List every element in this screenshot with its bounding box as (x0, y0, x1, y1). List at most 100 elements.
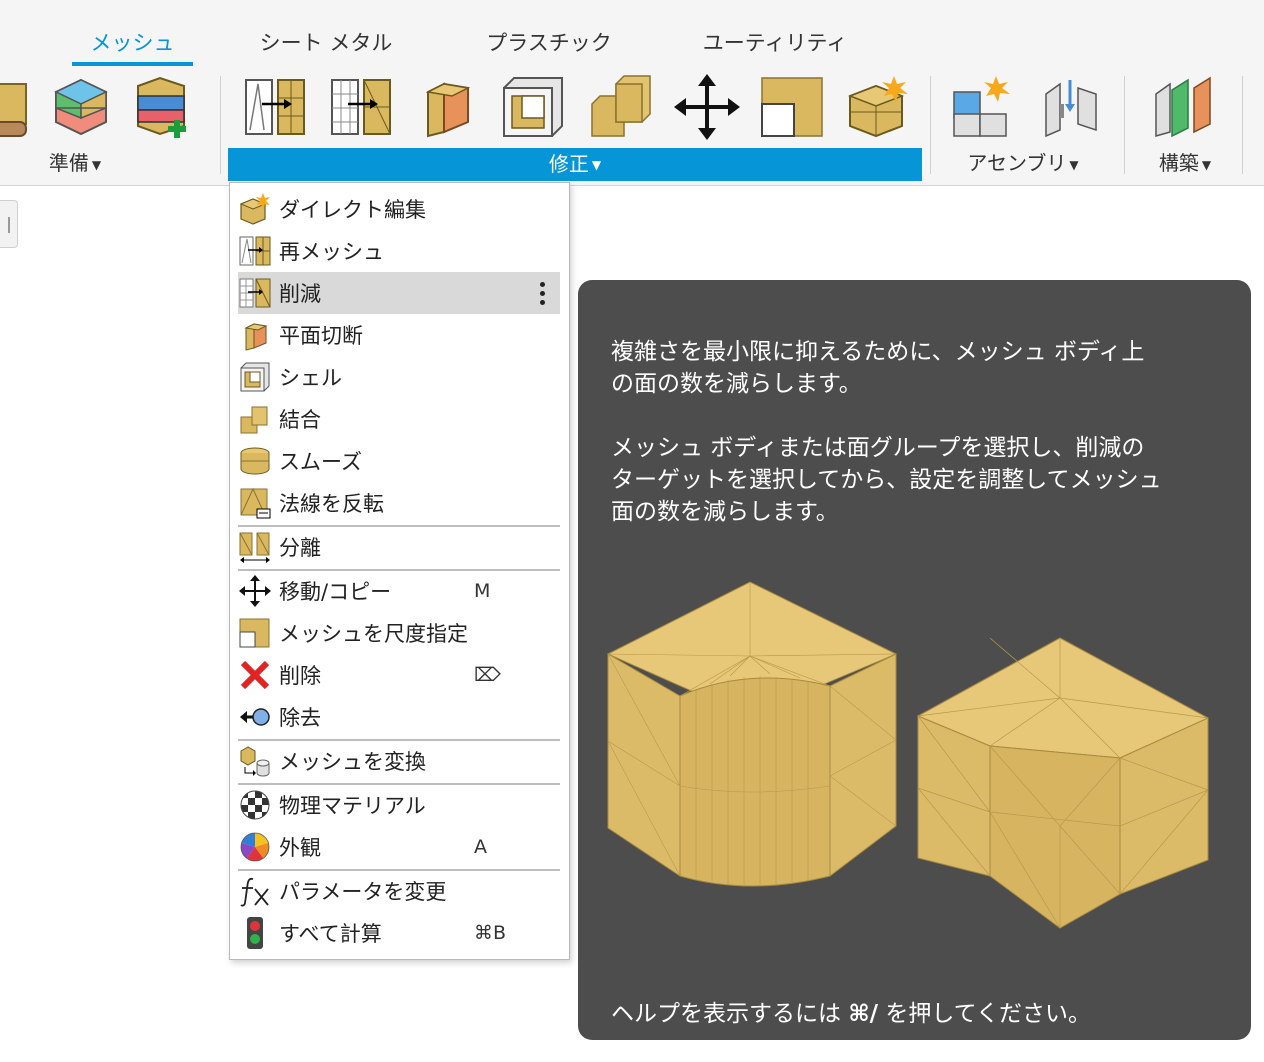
smooth-icon (238, 444, 272, 478)
tab-sheet-metal[interactable]: シート メタル (248, 28, 404, 62)
menu-item-label: スムーズ (279, 450, 362, 474)
modify-dropdown-menu: ダイレクト編集 再メッシュ 削減 平面切断 シェル 結合 スムーズ 法線を反転 … (229, 182, 570, 960)
tooltip-line: メッシュ ボディまたは面グループを選択し、削減の (611, 435, 1145, 461)
menu-item-scale-mesh[interactable]: メッシュを尺度指定 (238, 612, 560, 654)
help-prefix: ヘルプを表示するには (611, 1001, 849, 1027)
scale-mesh-tool[interactable] (760, 74, 826, 140)
remesh-icon (238, 234, 272, 268)
menu-item-remesh[interactable]: 再メッシュ (238, 230, 560, 272)
group-assemble-label: アセンブリ (967, 151, 1067, 175)
group-modify[interactable]: 修正 ▼ (228, 148, 922, 181)
tooltip-line: 複雑さを最小限に抑えるために、メッシュ ボディ上 (611, 339, 1145, 365)
shell-icon (503, 77, 563, 137)
tooltip-description: 複雑さを最小限に抑えるために、メッシュ ボディ上 の面の数を減らします。 (611, 336, 1221, 400)
joint-tool[interactable] (1038, 74, 1104, 140)
menu-item-label: メッシュを変換 (279, 750, 426, 774)
menu-item-physical-material[interactable]: 物理マテリアル (238, 784, 560, 826)
convert-mesh-icon (238, 744, 272, 778)
move-tool[interactable] (674, 74, 740, 140)
group-construct[interactable]: 構築 ▼ (1140, 148, 1230, 178)
menu-item-label: 分離 (279, 536, 321, 560)
menu-item-delete[interactable]: 削除 ⌦ (238, 654, 560, 696)
menu-item-remove[interactable]: 除去 (238, 696, 560, 738)
reduced-mesh-shape (916, 637, 1210, 929)
remove-icon (238, 700, 272, 734)
ribbon-toolbar: メッシュ シート メタル プラスチック ユーティリティ 準備 ▼ 修正 ▼ アセ… (0, 0, 1264, 186)
menu-item-change-parameters[interactable]: パラメータを変更 (238, 870, 560, 912)
tessellate-tool[interactable] (48, 74, 114, 140)
insert-mesh-tool[interactable] (130, 74, 196, 140)
group-construct-label: 構築 (1158, 151, 1199, 175)
menu-item-label: 除去 (279, 706, 321, 730)
more-options-icon[interactable] (540, 280, 546, 306)
chevron-down-icon: ▼ (1201, 157, 1212, 172)
menu-item-label: 移動/コピー (279, 580, 392, 604)
delete-icon (238, 658, 272, 692)
menu-item-label: 法線を反転 (279, 492, 384, 516)
tooltip-help-hint: ヘルプを表示するには ⌘/ を押してください。 (611, 998, 1231, 1030)
plane-cut-icon (425, 82, 471, 138)
tooltip-instructions: メッシュ ボディまたは面グループを選択し、削減の ターゲットを選択してから、設定… (611, 432, 1221, 528)
help-suffix: を押してください。 (878, 1001, 1091, 1027)
tessellate-icon (54, 78, 108, 136)
reduce-tooltip: 複雑さを最小限に抑えるために、メッシュ ボディ上 の面の数を減らします。 メッシ… (578, 280, 1251, 1040)
plane-cut-icon (238, 318, 272, 352)
menu-item-combine[interactable]: 結合 (238, 398, 560, 440)
menu-item-reduce[interactable]: 削減 (238, 272, 560, 314)
shortcut-label: ⌦ (474, 664, 501, 686)
menu-item-label: 物理マテリアル (279, 794, 426, 818)
plane-cut-tool[interactable] (414, 74, 480, 140)
menu-item-compute-all[interactable]: すべて計算 ⌘B (238, 912, 560, 954)
group-prepare[interactable]: 準備 ▼ (20, 148, 130, 178)
reduce-tool[interactable] (328, 74, 394, 140)
offset-plane-tool[interactable] (1150, 74, 1216, 140)
active-tab-indicator (72, 62, 193, 66)
menu-item-label: 削除 (279, 664, 321, 688)
remesh-icon (245, 79, 305, 135)
menu-item-label: 結合 (279, 408, 321, 432)
menu-item-label: 再メッシュ (279, 240, 384, 264)
menu-item-move-copy[interactable]: 移動/コピー M (238, 570, 560, 612)
offset-plane-icon (1155, 76, 1211, 138)
help-shortcut: ⌘/ (848, 1001, 879, 1027)
menu-item-appearance[interactable]: 外観 A (238, 826, 560, 868)
tab-mesh[interactable]: メッシュ (72, 28, 193, 62)
group-assemble[interactable]: アセンブリ ▼ (950, 148, 1096, 178)
menu-item-plane-cut[interactable]: 平面切断 (238, 314, 560, 356)
combine-icon (238, 402, 272, 436)
menu-item-separate[interactable]: 分離 (238, 526, 560, 568)
menu-item-label: シェル (279, 366, 342, 390)
reverse-normal-icon (238, 486, 272, 520)
move-icon (238, 574, 272, 608)
menu-item-reverse-normal[interactable]: 法線を反転 (238, 482, 560, 524)
remesh-tool[interactable] (242, 74, 308, 140)
shortcut-label: M (474, 580, 491, 602)
tooltip-line: 面の数を減らします。 (611, 499, 839, 525)
menu-item-shell[interactable]: シェル (238, 356, 560, 398)
direct-edit-tool[interactable] (846, 74, 912, 140)
reduce-illustration (606, 581, 1210, 929)
physical-material-icon (238, 788, 272, 822)
menu-item-direct-edit[interactable]: ダイレクト編集 (238, 188, 560, 230)
shell-tool[interactable] (500, 74, 566, 140)
shortcut-label: A (474, 836, 487, 858)
separate-icon (238, 530, 272, 564)
tab-plastic[interactable]: プラスチック (478, 28, 620, 62)
shell-icon (238, 360, 272, 394)
prepare-partial-tool[interactable] (0, 74, 30, 140)
combine-icon (591, 75, 651, 137)
menu-item-smooth[interactable]: スムーズ (238, 440, 560, 482)
move-icon (674, 74, 740, 140)
chevron-down-icon: ▼ (91, 157, 102, 172)
tooltip-line: の面の数を減らします。 (611, 371, 862, 397)
chevron-down-icon: ▼ (591, 158, 602, 172)
combine-tool[interactable] (588, 74, 654, 140)
new-component-tool[interactable] (950, 74, 1016, 140)
reduce-icon (238, 276, 272, 310)
group-divider (1124, 76, 1125, 174)
menu-item-label: 平面切断 (279, 324, 363, 348)
menu-item-convert-mesh[interactable]: メッシュを変換 (238, 740, 560, 782)
shortcut-label: ⌘B (474, 922, 507, 944)
browser-panel-handle[interactable] (0, 200, 18, 248)
tab-utility[interactable]: ユーティリティ (690, 28, 860, 62)
